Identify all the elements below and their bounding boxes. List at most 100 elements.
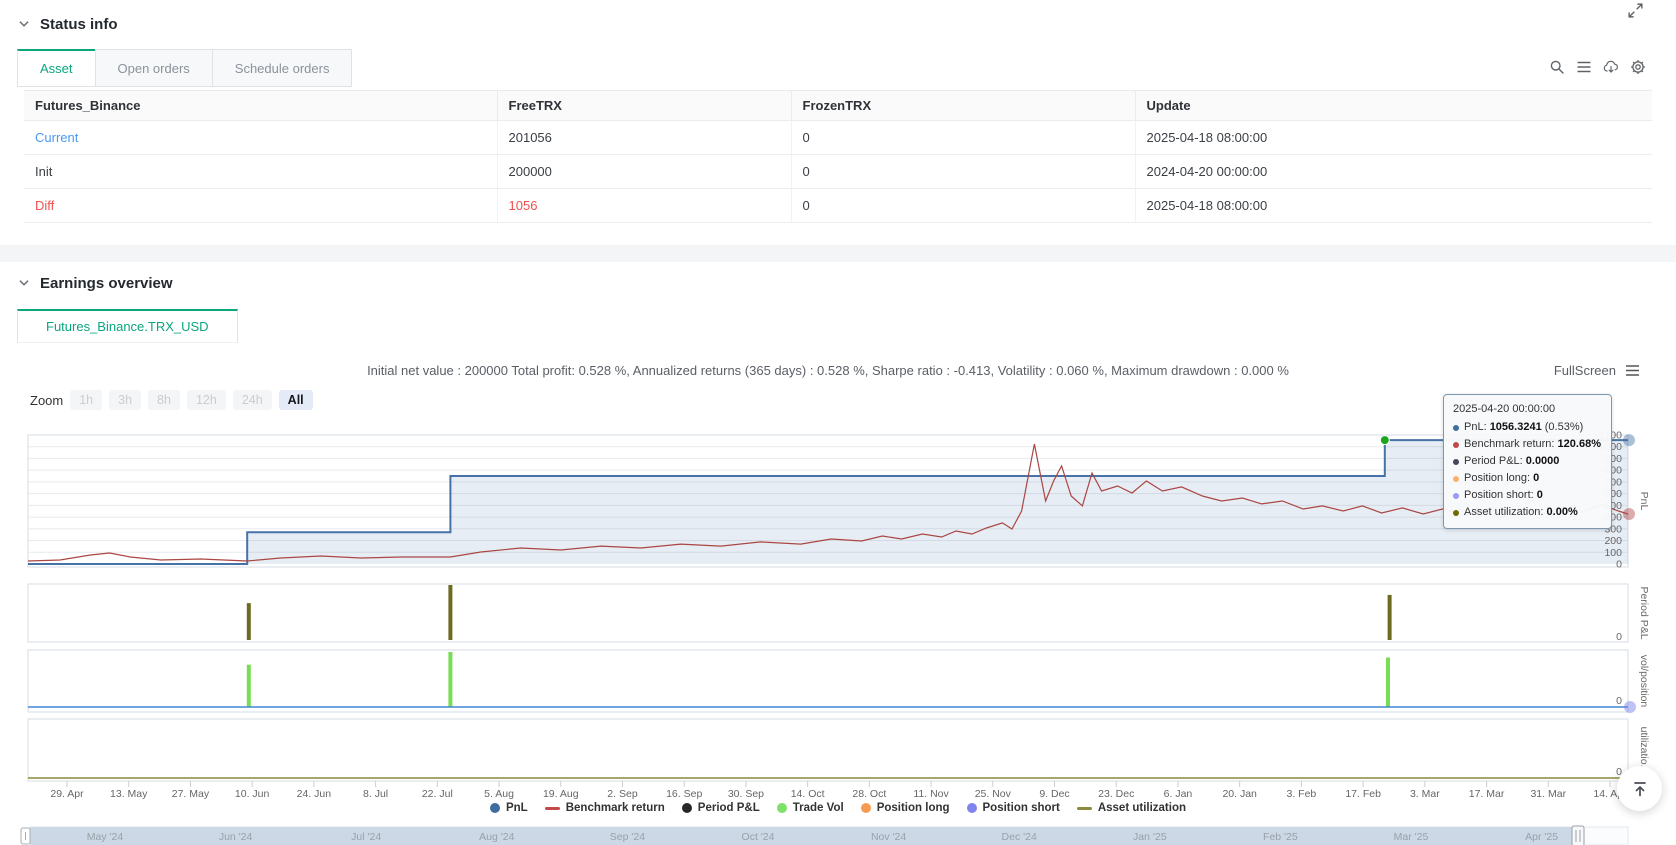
- status-tabs-row: AssetOpen ordersSchedule orders: [0, 49, 1676, 87]
- x-axis-label: 8. Jul: [363, 788, 388, 800]
- column-header: FreeTRX: [497, 91, 791, 121]
- legend-item-benchmark-return[interactable]: Benchmark return: [545, 802, 665, 814]
- asset-table: Futures_BinanceFreeTRXFrozenTRXUpdateCur…: [24, 90, 1652, 223]
- x-axis-label: 10. Jun: [235, 788, 270, 800]
- earnings-tabs-row: Futures_Binance.TRX_USD: [0, 309, 1676, 343]
- table-cell: Diff: [24, 189, 497, 223]
- x-axis-label: 19. Aug: [543, 788, 579, 800]
- trade-vol-bar: [1386, 658, 1390, 708]
- table-cell: Init: [24, 155, 497, 189]
- x-axis-label: 24. Jun: [297, 788, 332, 800]
- navigator-month-label: Feb '25: [1263, 831, 1298, 843]
- hover-marker: [1624, 701, 1636, 713]
- cloud-download-icon[interactable]: [1603, 59, 1619, 75]
- x-axis-label: 28. Oct: [852, 788, 886, 800]
- back-to-top-button[interactable]: [1617, 766, 1662, 811]
- collapse-chevron-icon[interactable]: [17, 276, 31, 290]
- x-axis-label: 14. Oct: [791, 788, 825, 800]
- navigator-handle-right[interactable]: [1572, 826, 1584, 845]
- y-axis-label: 0: [1616, 559, 1622, 571]
- x-axis-label: 31. Mar: [1530, 788, 1566, 800]
- earnings-chart: Initial net value : 200000 Total profit:…: [0, 343, 1676, 845]
- tab-futures-binance-trx-usd[interactable]: Futures_Binance.TRX_USD: [17, 309, 238, 343]
- expand-icon[interactable]: [1627, 2, 1644, 19]
- table-cell: 1056: [497, 189, 791, 223]
- pane-axis-title: PnL: [1638, 492, 1650, 511]
- x-axis-label: 17. Mar: [1469, 788, 1505, 800]
- chart-context-menu-icon[interactable]: [1625, 364, 1640, 377]
- legend-item-position-long[interactable]: Position long: [861, 802, 950, 814]
- x-axis-label: 25. Nov: [975, 788, 1012, 800]
- navigator-month-label: Oct '24: [742, 831, 775, 843]
- hover-marker: [1623, 434, 1635, 446]
- zoom-button-all[interactable]: All: [279, 390, 313, 410]
- zoom-button-8h: 8h: [148, 390, 180, 410]
- table-row: Diff105602025-04-18 08:00:00: [24, 189, 1652, 223]
- section-divider: [0, 245, 1676, 262]
- x-axis-label: 16. Sep: [666, 788, 702, 800]
- x-axis-label: 22. Jul: [422, 788, 453, 800]
- pane-axis-title: vol/position: [1638, 655, 1650, 708]
- earnings-section: Earnings overview Futures_Binance.TRX_US…: [0, 262, 1676, 845]
- zoom-controls: Zoom 1h3h8h12h24hAll: [30, 390, 313, 410]
- legend-item-position-short[interactable]: Position short: [967, 802, 1060, 814]
- x-axis-label: 23. Dec: [1098, 788, 1134, 800]
- earnings-section-title: Earnings overview: [40, 275, 173, 292]
- collapse-chevron-icon[interactable]: [17, 17, 31, 31]
- tab-asset[interactable]: Asset: [17, 49, 96, 87]
- trading-dashboard: Status info AssetOpen ordersSchedule ord…: [0, 0, 1676, 845]
- tooltip-row: Position short: 0: [1453, 487, 1601, 504]
- chart-legend: PnL Benchmark return Period P&L Trade Vol Po…: [0, 802, 1676, 814]
- navigator-selected-range[interactable]: [30, 827, 1578, 845]
- status-info-section: Status info AssetOpen ordersSchedule ord…: [0, 0, 1676, 223]
- table-cell: 2025-04-18 08:00:00: [1135, 189, 1652, 223]
- y-axis-label: 0: [1616, 631, 1622, 643]
- legend-item-asset-utilization[interactable]: Asset utilization: [1077, 802, 1186, 814]
- legend-item-period-p-l[interactable]: Period P&L: [682, 802, 760, 814]
- navigator-month-label: Nov '24: [871, 831, 906, 843]
- tab-open-orders[interactable]: Open orders: [95, 49, 213, 87]
- x-axis-label: 3. Mar: [1410, 788, 1440, 800]
- navigator-month-label: Mar '25: [1394, 831, 1429, 843]
- earnings-section-header: Earnings overview: [0, 262, 1676, 293]
- status-toolbar: [1549, 59, 1646, 75]
- pane-axis-title: Period P&L: [1638, 586, 1650, 639]
- x-axis-label: 3. Feb: [1287, 788, 1317, 800]
- fullscreen-button[interactable]: FullScreen: [1554, 363, 1616, 378]
- zoom-button-12h: 12h: [187, 390, 226, 410]
- table-cell: 200000: [497, 155, 791, 189]
- legend-item-pnl[interactable]: PnL: [490, 802, 528, 814]
- zoom-button-3h: 3h: [109, 390, 141, 410]
- table-cell: 2024-04-20 00:00:00: [1135, 155, 1652, 189]
- status-tabs: AssetOpen ordersSchedule orders: [17, 49, 352, 87]
- tooltip-row: Asset utilization: 0.00%: [1453, 504, 1601, 521]
- chart-pane: [28, 719, 1628, 781]
- tooltip-row: Position long: 0: [1453, 470, 1601, 487]
- zoom-label: Zoom: [30, 393, 63, 408]
- x-axis-label: 27. May: [172, 788, 210, 800]
- x-axis-label: 30. Sep: [728, 788, 764, 800]
- period-pnl-bar: [448, 585, 452, 640]
- status-section-title: Status info: [40, 16, 118, 33]
- x-axis-label: 2. Sep: [607, 788, 638, 800]
- x-axis-label: 17. Feb: [1345, 788, 1381, 800]
- navigator-month-label: Sep '24: [610, 831, 645, 843]
- x-axis-label: 5. Aug: [484, 788, 514, 800]
- search-icon[interactable]: [1549, 59, 1565, 75]
- y-axis-label: 200: [1604, 535, 1622, 547]
- trade-marker[interactable]: [1380, 436, 1389, 445]
- hover-marker: [1623, 508, 1635, 520]
- column-header: Update: [1135, 91, 1652, 121]
- chart-canvas[interactable]: 010020030040050060070080090010001100000P…: [0, 413, 1676, 845]
- navigator-month-label: Jan '25: [1133, 831, 1167, 843]
- asset-table-wrap: Futures_BinanceFreeTRXFrozenTRXUpdateCur…: [24, 90, 1652, 223]
- x-axis-label: 20. Jan: [1222, 788, 1257, 800]
- navigator-month-label: May '24: [87, 831, 124, 843]
- legend-item-trade-vol[interactable]: Trade Vol: [777, 802, 844, 814]
- menu-icon[interactable]: [1576, 59, 1592, 75]
- tab-schedule-orders[interactable]: Schedule orders: [212, 49, 353, 87]
- table-cell: 0: [791, 121, 1135, 155]
- zoom-button-24h: 24h: [233, 390, 272, 410]
- table-cell[interactable]: Current: [24, 121, 497, 155]
- settings-icon[interactable]: [1630, 59, 1646, 75]
